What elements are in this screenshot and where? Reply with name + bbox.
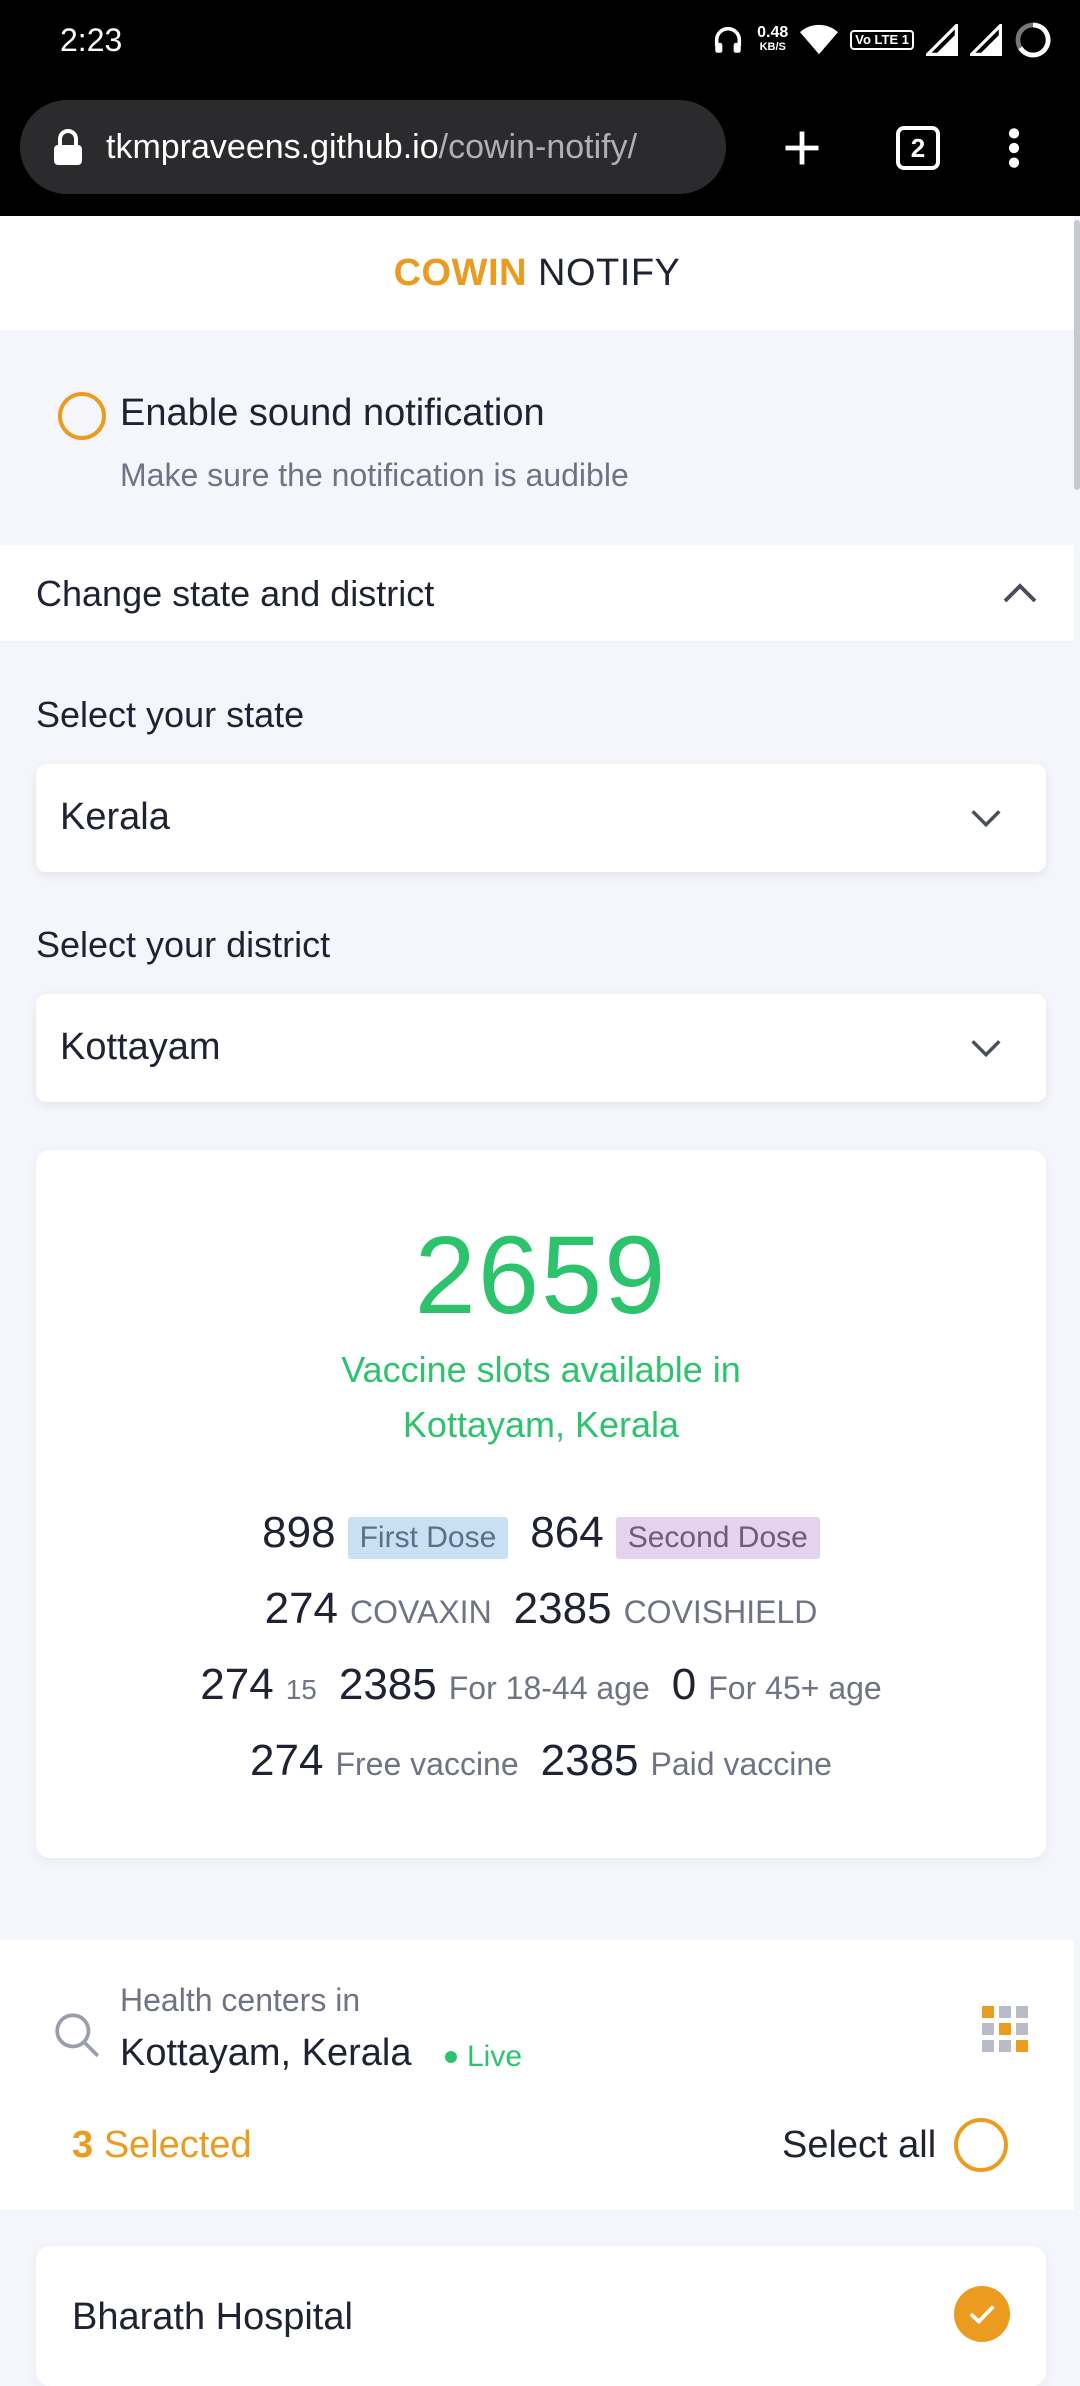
availability-text: Vaccine slots available in Kottayam, Ker… (36, 1342, 1046, 1452)
age-15-label: 15 (285, 1674, 317, 1705)
more-vert-icon (1008, 128, 1020, 168)
selected-count: 3 Selected (72, 2124, 252, 2167)
age-45-count: 0 (671, 1660, 697, 1709)
live-label: Live (467, 2040, 523, 2073)
chevron-down-icon (971, 810, 1001, 828)
age-row: 274 15 2385 For 18-44 age 0 For 45+ age (36, 1660, 1046, 1710)
battery-icon (1015, 22, 1051, 58)
vaccine-stats-card: 2659 Vaccine slots available in Kottayam… (36, 1150, 1046, 1858)
headphones-icon (715, 26, 742, 53)
new-tab-button[interactable] (772, 118, 832, 178)
free-label: Free vaccine (335, 1746, 519, 1782)
age-18-label: For 18-44 age (448, 1670, 650, 1706)
live-indicator: Live (445, 2040, 522, 2074)
hospital-card[interactable]: Bharath Hospital (36, 2246, 1046, 2386)
grid-view-icon[interactable] (982, 2006, 1028, 2052)
select-all-radio[interactable] (954, 2118, 1008, 2172)
district-value: Kottayam (60, 1026, 221, 1068)
address-bar[interactable]: tkmpraveens.github.io/cowin-notify/ (20, 100, 726, 194)
health-centers-panel: Health centers in Kottayam, Kerala Live … (0, 1940, 1074, 2210)
browser-toolbar: tkmpraveens.github.io/cowin-notify/ 2 (0, 80, 1080, 216)
age-18-count: 2385 (338, 1660, 437, 1709)
health-centers-prefix: Health centers in (120, 1982, 361, 2018)
chevron-down-icon (971, 1040, 1001, 1058)
paid-count: 2385 (540, 1736, 639, 1785)
lock-icon (54, 129, 82, 165)
app-header: COWIN NOTIFY (0, 216, 1074, 330)
url-host: tkmpraveens.github.io (106, 127, 439, 166)
plus-icon (785, 131, 819, 165)
state-value: Kerala (60, 796, 170, 838)
page-scrollbar[interactable] (1074, 220, 1080, 490)
health-centers-location: Kottayam, Kerala (120, 2032, 412, 2074)
volte-icon: Vo LTE 1 (850, 30, 914, 50)
vaccine-type-row: 274 COVAXIN 2385 COVISHIELD (36, 1584, 1046, 1634)
network-speed: 0.48 KB/S (757, 25, 788, 55)
sound-title: Enable sound notification (120, 392, 545, 434)
fee-row: 274 Free vaccine 2385 Paid vaccine (36, 1736, 1046, 1786)
district-select[interactable]: Kottayam (36, 994, 1046, 1102)
second-dose-count: 864 (530, 1508, 604, 1557)
wifi-icon (800, 24, 839, 55)
first-dose-badge: First Dose (347, 1517, 509, 1559)
check-icon (969, 2305, 995, 2325)
app-title: COWIN NOTIFY (0, 216, 1074, 330)
status-icons: 0.48 KB/S Vo LTE 1 (711, 20, 1052, 60)
second-dose-badge: Second Dose (615, 1517, 820, 1559)
hospital-name: Bharath Hospital (72, 2296, 353, 2338)
selected-number: 3 (72, 2124, 94, 2166)
live-dot (445, 2051, 457, 2063)
free-count: 274 (250, 1736, 324, 1785)
district-label: Select your district (36, 924, 331, 965)
covaxin-label: COVAXIN (350, 1594, 492, 1630)
covishield-label: COVISHIELD (623, 1594, 818, 1630)
status-time: 2:23 (60, 22, 123, 58)
availability-line-1: Vaccine slots available in (341, 1349, 741, 1390)
speed-value: 0.48 (757, 24, 789, 41)
hospital-selected-checkbox[interactable] (954, 2286, 1010, 2342)
total-slots: 2659 (414, 1214, 668, 1337)
sound-subtitle: Make sure the notification is audible (120, 457, 629, 493)
age-15-count: 274 (200, 1660, 274, 1709)
paid-label: Paid vaccine (650, 1746, 832, 1782)
status-bar: 2:23 0.48 KB/S Vo LTE 1 (0, 0, 1080, 80)
search-icon[interactable] (52, 2010, 102, 2060)
accordion-label: Change state and district (36, 573, 435, 614)
sound-notification-option[interactable]: Enable sound notification Make sure the … (0, 330, 1074, 544)
brand-secondary: NOTIFY (538, 252, 681, 294)
covishield-count: 2385 (513, 1584, 612, 1633)
availability-line-2: Kottayam, Kerala (402, 1404, 680, 1445)
state-label: Select your state (36, 694, 305, 735)
tab-switcher-button[interactable]: 2 (888, 118, 948, 178)
dose-row: 898 First Dose 864 Second Dose (36, 1508, 1046, 1559)
chevron-up-icon (1003, 583, 1037, 603)
browser-menu-button[interactable] (984, 118, 1044, 178)
signal-icon (926, 24, 958, 56)
url-path: /cowin-notify/ (438, 127, 638, 166)
tab-count: 2 (896, 126, 940, 170)
first-dose-count: 898 (262, 1508, 336, 1557)
age-45-label: For 45+ age (708, 1670, 882, 1706)
select-all-label[interactable]: Select all (782, 2124, 936, 2167)
brand-primary: COWIN (393, 252, 527, 294)
signal-icon-2 (970, 24, 1002, 56)
speed-unit: KB/S (759, 41, 786, 53)
state-select[interactable]: Kerala (36, 764, 1046, 872)
selected-label: Selected (103, 2124, 252, 2166)
change-location-accordion[interactable]: Change state and district (0, 545, 1074, 641)
sound-toggle-radio[interactable] (58, 392, 106, 440)
covaxin-count: 274 (264, 1584, 339, 1633)
